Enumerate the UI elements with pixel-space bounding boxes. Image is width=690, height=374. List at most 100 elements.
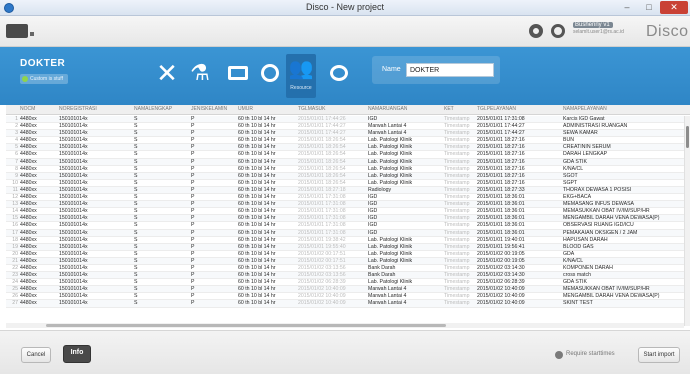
table-cell: 150101014x <box>59 264 88 271</box>
table-cell: P <box>191 215 195 222</box>
table-cell: Lab. Patologi Klinik <box>368 151 413 158</box>
start-import-button[interactable]: Start import <box>638 347 680 363</box>
table-row[interactable]: 11 4480xx 150101014x S P 60 th 10 bl 14 hr 201… <box>6 186 684 195</box>
table-cell: 4480xx <box>20 250 37 257</box>
info-button[interactable]: Info <box>63 345 91 363</box>
table-row[interactable]: 5 4480xx 150101014x S P 60 th 10 bl 14 hr 2015… <box>6 144 684 152</box>
table-cell: 60 th 10 bl 14 hr <box>238 165 276 172</box>
table-row[interactable]: 7 4480xx 150101014x S P 60 th 10 bl 14 hr 2015… <box>6 158 684 166</box>
require-starttimes-label: Require starttimes <box>566 351 615 357</box>
table-cell: OBSERVASI RUANG IGD/ICU <box>563 222 634 229</box>
table-cell: 2015/01/01 18:26:54 <box>298 158 346 165</box>
table-cell: 4480xx <box>20 123 37 130</box>
table-row[interactable]: 12 4480xx 150101014x S P 60 th 10 bl 14 hr 201… <box>6 194 684 202</box>
table-row[interactable]: 20 4480xx 150101014x S P 60 th 10 bl 14 hr 201… <box>6 251 684 258</box>
column-header[interactable]: UMUR <box>238 106 253 112</box>
timestamp-icon[interactable] <box>257 60 283 86</box>
table-cell: 150101014x <box>59 293 88 300</box>
table-cell: 4480xx <box>20 137 37 144</box>
table-row[interactable]: 23 4480xx 150101014x S P 60 th 10 bl 14 hr 201… <box>6 272 684 280</box>
table-cell: Timestamp <box>444 229 470 236</box>
column-header[interactable]: NOREGISTRASI <box>59 106 97 112</box>
column-header[interactable]: NAMARUANGAN <box>368 106 407 112</box>
column-header[interactable]: NOCM <box>20 106 35 112</box>
table-cell: 4480xx <box>20 201 37 208</box>
column-header[interactable]: TGLPELAYANAN <box>477 106 516 112</box>
table-cell: 2015/01/01 18:27:16 <box>477 158 525 165</box>
table-cell: K/NA/CL <box>563 257 584 264</box>
table-row[interactable]: 9 4480xx 150101014x S P 60 th 10 bl 14 hr 2015… <box>6 172 684 180</box>
close-window-button[interactable]: ✕ <box>660 1 688 14</box>
horizontal-scrollbar[interactable] <box>6 323 684 328</box>
table-row[interactable]: 21 4480xx 150101014x S P 60 th 10 bl 14 hr 201… <box>6 257 684 265</box>
row-number: 17 <box>12 229 18 236</box>
table-cell: 2015/01/01 18:27:16 <box>477 179 525 186</box>
cancel-button[interactable]: Cancel <box>21 347 51 363</box>
table-row[interactable]: 24 4480xx 150101014x S P 60 th 10 bl 14 hr 201… <box>6 279 684 287</box>
vertical-scrollbar[interactable] <box>684 116 690 326</box>
table-row[interactable]: 1 4480xx 150101014x S P 60 th 10 bl 14 hr 2015… <box>6 116 684 124</box>
table-cell: P <box>191 123 195 130</box>
table-row[interactable]: 17 4480xx 150101014x S P 60 th 10 bl 14 hr 201… <box>6 229 684 237</box>
table-cell: P <box>191 243 195 250</box>
table-row[interactable]: 26 4480xx 150101014x S P 60 th 10 bl 14 hr 201… <box>6 293 684 301</box>
table-row[interactable]: 6 4480xx 150101014x S P 60 th 10 bl 14 hr 2015… <box>6 151 684 159</box>
column-header[interactable]: KET <box>444 106 454 112</box>
resource-button[interactable]: 👥 Resource <box>286 54 316 98</box>
table-row[interactable]: 8 4480xx 150101014x S P 60 th 10 bl 14 hr 2015… <box>6 166 684 173</box>
table-row[interactable]: 18 4480xx 150101014x S P 60 th 10 bl 14 hr 201… <box>6 237 684 244</box>
table-cell: Marwah Lantai 4 <box>368 293 407 300</box>
activity-icon[interactable] <box>225 60 251 86</box>
table-row[interactable]: 3 4480xx 150101014x S P 60 th 10 bl 14 hr 2015… <box>6 130 684 138</box>
table-cell: Karcis IGD Gawat <box>563 116 605 122</box>
table-row[interactable]: 2 4480xx 150101014x S P 60 th 10 bl 14 hr 2015… <box>6 123 684 131</box>
table-row[interactable]: 19 4480xx 150101014x S P 60 th 10 bl 14 hr 201… <box>6 243 684 251</box>
user-account[interactable]: Bushenny v1 selamlt.user1@rs.ac.id <box>573 22 639 40</box>
table-cell: 2015/01/01 17:44:27 <box>298 123 346 130</box>
row-number: 27 <box>12 300 18 307</box>
table-cell: 4480xx <box>20 179 37 186</box>
table-cell: 2015/01/01 17:31:08 <box>298 229 346 236</box>
table-cell: 2015/01/01 17:44:27 <box>477 130 525 137</box>
column-name-input[interactable]: DOKTER <box>406 63 494 77</box>
table-cell: Timestamp <box>444 300 470 307</box>
table-row[interactable]: 22 4480xx 150101014x S P 60 th 10 bl 14 hr 201… <box>6 264 684 273</box>
table-row[interactable]: 25 4480xx 150101014x S P 60 th 10 bl 14 hr 201… <box>6 286 684 294</box>
table-row[interactable]: 10 4480xx 150101014x S P 60 th 10 bl 14 hr 201… <box>6 180 684 187</box>
vertical-scroll-thumb[interactable] <box>686 126 689 148</box>
project-menu-icon[interactable] <box>6 24 34 38</box>
row-number: 2 <box>15 123 18 130</box>
gear-icon[interactable] <box>529 24 543 38</box>
table-cell: Timestamp <box>444 257 470 264</box>
resource-label: Resource <box>290 85 312 91</box>
table-cell: MEMASUKKAN OBAT IV/IM/SUP/HR <box>563 208 650 215</box>
column-header[interactable]: NAMALENGKAP <box>134 106 172 112</box>
table-cell: Timestamp <box>444 116 470 122</box>
table-row[interactable]: 13 4480xx 150101014x S P 60 th 10 bl 14 hr 201… <box>6 201 684 209</box>
require-starttimes-toggle[interactable] <box>555 351 563 359</box>
minimize-button[interactable]: – <box>616 1 638 14</box>
table-cell: BUN <box>563 137 574 144</box>
maximize-button[interactable]: □ <box>638 1 660 14</box>
column-header[interactable]: NAMAPELAYANAN <box>563 106 607 112</box>
column-header[interactable]: TGLMASUK <box>298 106 326 112</box>
table-cell: 4480xx <box>20 144 37 151</box>
table-cell: S <box>134 236 138 243</box>
custom-attribute-chip[interactable]: Custom is stuff <box>20 74 68 84</box>
table-cell: cross match <box>563 272 591 279</box>
table-row[interactable]: 15 4480xx 150101014x S P 60 th 10 bl 14 hr 201… <box>6 215 684 223</box>
chat-bubble-icon[interactable] <box>551 24 565 38</box>
column-header[interactable]: JENISKELAMIN <box>191 106 227 112</box>
case-id-icon[interactable]: ⚗ <box>187 60 213 86</box>
table-row[interactable]: 27 4480xx 150101014x S P 60 th 10 bl 14 hr 201… <box>6 300 684 308</box>
other-attribute-icon[interactable] <box>326 60 352 86</box>
row-number: 11 <box>12 186 18 193</box>
remove-column-icon[interactable]: ✕ <box>154 60 180 86</box>
table-cell: MENGAMBIL DARAH VENA DEWASA(P) <box>563 293 660 300</box>
table-cell: 150101014x <box>59 151 88 158</box>
horizontal-scroll-thumb[interactable] <box>46 324 446 327</box>
table-cell: 60 th 10 bl 14 hr <box>238 293 276 300</box>
table-row[interactable]: 4 4480xx 150101014x S P 60 th 10 bl 14 hr 2015… <box>6 137 684 145</box>
table-row[interactable]: 14 4480xx 150101014x S P 60 th 10 bl 14 hr 201… <box>6 208 684 216</box>
table-row[interactable]: 16 4480xx 150101014x S P 60 th 10 bl 14 hr 201… <box>6 222 684 230</box>
